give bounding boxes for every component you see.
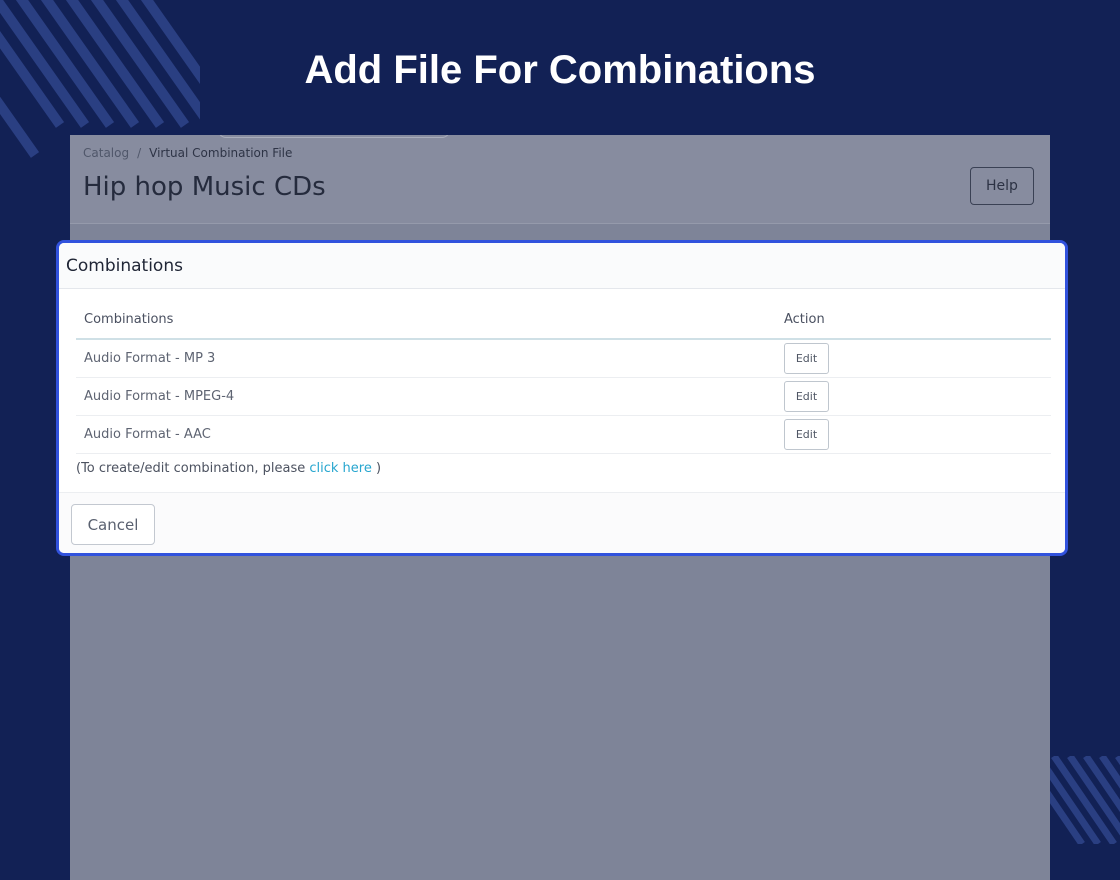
- search-input-stub: [218, 135, 450, 138]
- hero-title: Add File For Combinations: [304, 48, 816, 92]
- breadcrumb: Catalog / Virtual Combination File: [83, 145, 292, 161]
- breadcrumb-catalog[interactable]: Catalog: [83, 146, 129, 160]
- combination-name: Audio Format - MP 3: [76, 339, 776, 378]
- note-suffix: ): [371, 461, 382, 476]
- decorative-stripes-bottom-right: [1048, 756, 1120, 844]
- action-cell: Edit: [776, 339, 1051, 378]
- edit-button[interactable]: Edit: [784, 342, 829, 374]
- table-row: Audio Format - AAC Edit: [76, 415, 1051, 454]
- table-header-row: Combinations Action: [76, 301, 1051, 340]
- combinations-modal: Combinations Combinations Action Audio F…: [56, 240, 1068, 556]
- help-button[interactable]: Help: [970, 167, 1034, 205]
- page-title: Hip hop Music CDs: [83, 172, 326, 202]
- click-here-link[interactable]: click here: [309, 461, 371, 476]
- combination-name: Audio Format - AAC: [76, 415, 776, 454]
- action-cell: Edit: [776, 415, 1051, 454]
- combinations-table: Combinations Action Audio Format - MP 3 …: [76, 301, 1051, 454]
- combination-name: Audio Format - MPEG-4: [76, 377, 776, 416]
- column-header-action: Action: [776, 301, 1051, 340]
- create-edit-note: (To create/edit combination, please clic…: [76, 460, 381, 478]
- breadcrumb-separator: /: [137, 146, 142, 160]
- table-row: Audio Format - MP 3 Edit: [76, 339, 1051, 378]
- cancel-button[interactable]: Cancel: [71, 504, 155, 545]
- combinations-table-wrapper: Combinations Action Audio Format - MP 3 …: [76, 301, 1051, 454]
- modal-footer: Cancel: [59, 492, 1065, 553]
- stripes-icon: [1048, 756, 1120, 844]
- table-row: Audio Format - MPEG-4 Edit: [76, 377, 1051, 416]
- column-header-combinations: Combinations: [76, 301, 776, 340]
- note-prefix: (To create/edit combination, please: [76, 461, 310, 476]
- edit-button[interactable]: Edit: [784, 380, 829, 412]
- edit-button[interactable]: Edit: [784, 418, 829, 450]
- action-cell: Edit: [776, 377, 1051, 416]
- modal-title: Combinations: [66, 256, 183, 276]
- breadcrumb-current: Virtual Combination File: [149, 146, 293, 160]
- modal-header: Combinations: [59, 243, 1065, 289]
- page-header: Catalog / Virtual Combination File Hip hop…: [70, 135, 1050, 224]
